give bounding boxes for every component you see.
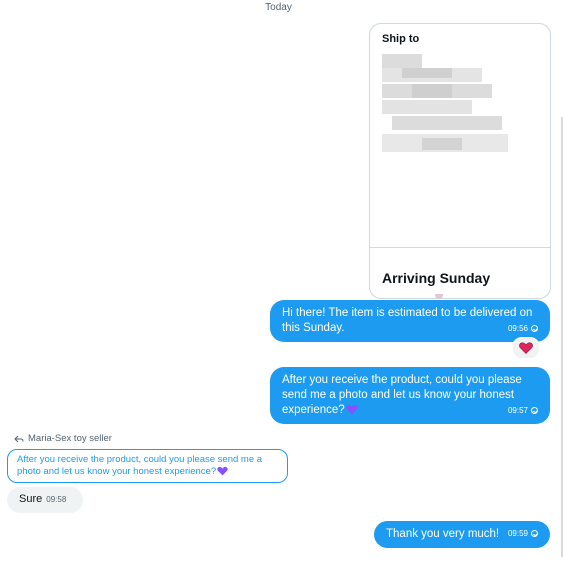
sent-check-icon [531, 407, 538, 414]
sent-check-icon [531, 325, 538, 332]
message-time: 09:58 [46, 495, 67, 504]
arriving-text: Arriving Sunday [382, 270, 491, 286]
date-separator: Today [265, 2, 292, 13]
purple-heart-icon [346, 404, 358, 415]
reaction-badge[interactable] [512, 337, 540, 359]
incoming-message[interactable]: Sure 09:58 [7, 487, 83, 513]
message-meta: 09:59 [508, 526, 538, 541]
message-text: Hi there! The item is estimated to be de… [282, 307, 533, 334]
heart-icon [519, 342, 533, 354]
redacted-address [382, 54, 508, 154]
reply-author: Maria-Sex toy seller [28, 433, 112, 444]
message-time: 09:57 [507, 406, 528, 415]
message-text: After you receive the product, could you… [282, 374, 522, 416]
outgoing-message[interactable]: Thank you very much! 09:59 [374, 521, 550, 548]
reply-context: Maria-Sex toy seller [14, 433, 112, 444]
message-time: 09:59 [507, 529, 528, 538]
shipping-card[interactable]: Ship to Arriving Sunday [369, 23, 551, 299]
outgoing-message[interactable]: After you receive the product, could you… [270, 367, 550, 424]
message-meta: 09:56 [508, 321, 538, 336]
sent-check-icon [531, 530, 538, 537]
scrollbar[interactable] [561, 117, 563, 557]
message-text: Sure [19, 493, 43, 505]
purple-heart-icon [217, 466, 228, 476]
message-meta: 09:57 [508, 403, 538, 418]
ship-to-title: Ship to [382, 33, 420, 45]
reply-arrow-icon [14, 435, 24, 443]
card-divider [370, 247, 550, 248]
outgoing-message[interactable]: Hi there! The item is estimated to be de… [270, 300, 550, 342]
message-time: 09:56 [507, 324, 528, 333]
quoted-message[interactable]: After you receive the product, could you… [7, 449, 288, 483]
